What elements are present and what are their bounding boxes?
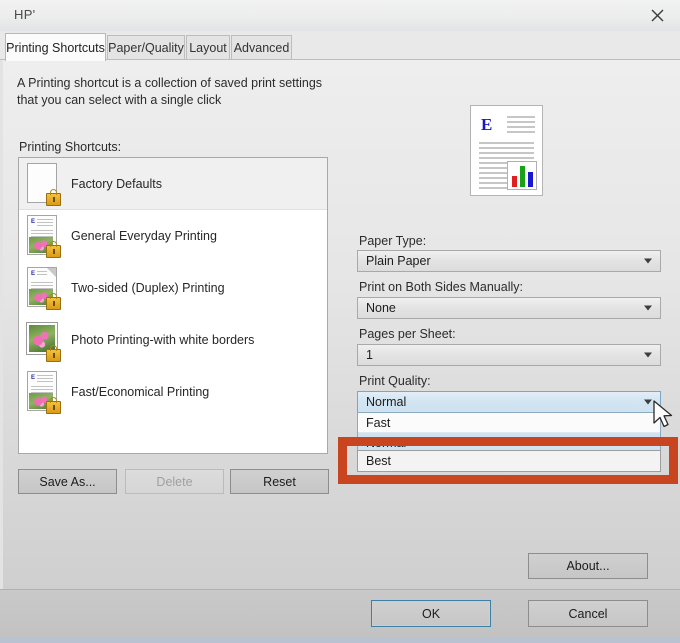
tab-paper-quality[interactable]: Paper/Quality [107, 35, 185, 60]
list-item-label: Fast/Economical Printing [71, 385, 210, 399]
printer-preferences-dialog: HP' Printing Shortcuts Paper/Quality Lay… [0, 0, 680, 643]
preview-letter: E [481, 115, 493, 134]
document-photo-locked-icon: E [25, 214, 61, 258]
print-both-sides-select[interactable]: None [357, 297, 661, 319]
duplex-document-locked-icon: E [25, 266, 61, 310]
dropdown-option-best[interactable]: Best [357, 450, 661, 472]
list-item[interactable]: Photo Printing-with white borders [19, 314, 327, 366]
chevron-down-icon [644, 352, 652, 358]
description-text: A Printing shortcut is a collection of s… [17, 76, 323, 107]
printing-shortcuts-list[interactable]: Factory Defaults E General Everyday Prin… [18, 157, 328, 454]
delete-button: Delete [125, 469, 224, 494]
ok-button[interactable]: OK [371, 600, 491, 627]
tab-advanced[interactable]: Advanced [231, 35, 292, 60]
tab-printing-shortcuts[interactable]: Printing Shortcuts [5, 33, 106, 61]
chevron-down-icon [644, 399, 652, 405]
pages-per-sheet-value: 1 [366, 348, 373, 362]
reset-button[interactable]: Reset [230, 469, 329, 494]
pages-per-sheet-label: Pages per Sheet: [359, 327, 456, 341]
tab-strip: Printing Shortcuts Paper/Quality Layout … [0, 31, 680, 61]
preview-bar-chart-icon [507, 161, 537, 190]
print-quality-dropdown[interactable]: Fast Normal [357, 412, 661, 454]
print-both-sides-value: None [366, 301, 396, 315]
pages-per-sheet-select[interactable]: 1 [357, 344, 661, 366]
window-bottom-edge [0, 637, 680, 643]
dropdown-option-fast[interactable]: Fast [358, 413, 660, 433]
print-quality-value: Normal [366, 395, 407, 409]
tab-label: Layout [189, 41, 227, 55]
blank-page-locked-icon [25, 162, 61, 206]
list-item-label: General Everyday Printing [71, 229, 217, 243]
paper-type-label: Paper Type: [359, 234, 427, 248]
list-item[interactable]: E General Everyday Printing [19, 210, 327, 262]
chevron-down-icon [644, 258, 652, 264]
print-quality-label: Print Quality: [359, 374, 431, 388]
photo-locked-icon [25, 318, 61, 362]
dropdown-option-label: Normal [366, 435, 407, 450]
cancel-button[interactable]: Cancel [528, 600, 648, 627]
list-item-label: Factory Defaults [71, 176, 163, 191]
list-item-label: Two-sided (Duplex) Printing [71, 281, 225, 295]
tab-label: Paper/Quality [108, 41, 184, 55]
tab-label: Printing Shortcuts [6, 40, 105, 55]
list-item[interactable]: E Fast/Economical Printing [19, 366, 327, 418]
list-item-label: Photo Printing-with white borders [71, 333, 255, 347]
main-panel: A Printing shortcut is a collection of s… [0, 59, 680, 590]
print-preview-thumbnail: E [470, 105, 543, 196]
shortcuts-list-label: Printing Shortcuts: [19, 140, 122, 154]
window-title: HP' [14, 7, 36, 22]
print-both-sides-label: Print on Both Sides Manually: [359, 280, 523, 294]
panel-edge [0, 60, 3, 590]
tab-layout[interactable]: Layout [186, 35, 230, 60]
document-photo-locked-icon: E [25, 370, 61, 414]
tab-label: Advanced [233, 41, 290, 55]
paper-type-value: Plain Paper [366, 254, 431, 268]
list-item[interactable]: Factory Defaults [19, 158, 327, 210]
save-as-button[interactable]: Save As... [18, 469, 117, 494]
list-item[interactable]: E Two-sided (Duplex) Printing [19, 262, 327, 314]
dropdown-option-label: Best [366, 454, 392, 468]
chevron-down-icon [644, 305, 652, 311]
dialog-footer: OK Cancel [0, 589, 680, 638]
dropdown-option-label: Fast [366, 415, 391, 430]
about-button[interactable]: About... [528, 553, 648, 579]
paper-type-select[interactable]: Plain Paper [357, 250, 661, 272]
print-quality-select[interactable]: Normal [357, 391, 661, 413]
title-bar: HP' [0, 0, 680, 32]
close-icon[interactable] [635, 0, 680, 31]
preview-text-lines-right [507, 116, 535, 136]
